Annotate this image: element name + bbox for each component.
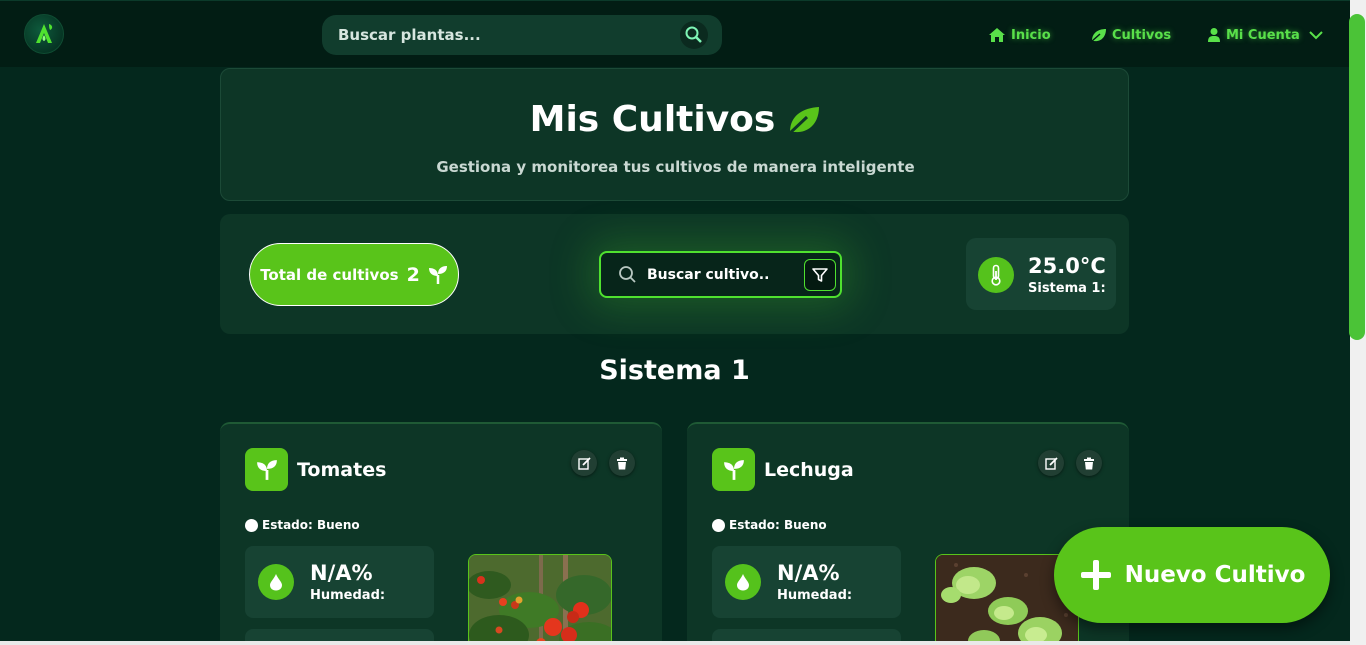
toolbar-card: Total de cultivos 2 25.0°C Sis bbox=[220, 214, 1129, 334]
humidity-metric: N/A% Humedad: bbox=[245, 546, 434, 618]
status-dot bbox=[712, 518, 725, 532]
status-dot bbox=[245, 518, 258, 532]
total-crops-label: Total de cultivos bbox=[260, 265, 399, 284]
crop-card: Lechuga Estado: Bueno N/A% Humedad: bbox=[687, 422, 1129, 645]
section-title: Sistema 1 bbox=[599, 355, 750, 386]
page-title: Mis Cultivos bbox=[529, 99, 776, 140]
edit-button[interactable] bbox=[1038, 450, 1064, 476]
total-crops-badge: Total de cultivos 2 bbox=[249, 243, 459, 306]
delete-button[interactable] bbox=[609, 450, 635, 476]
navbar: Inicio Cultivos Mi Cuenta bbox=[0, 0, 1350, 67]
crop-status-label: Estado: Bueno bbox=[729, 518, 827, 532]
tomato-plant-image bbox=[468, 554, 612, 645]
app-logo[interactable] bbox=[24, 14, 64, 54]
filter-button[interactable] bbox=[804, 259, 836, 291]
temperature-value: 25.0°C bbox=[1028, 254, 1106, 278]
thermometer-icon bbox=[978, 257, 1014, 293]
crop-status: Estado: Bueno bbox=[712, 518, 827, 532]
water-drop-icon bbox=[725, 564, 761, 600]
total-crops-count: 2 bbox=[406, 263, 420, 286]
nav-link-home[interactable]: Inicio bbox=[988, 25, 1051, 45]
temperature-label: Sistema 1: bbox=[1028, 281, 1106, 296]
delete-button[interactable] bbox=[1076, 450, 1102, 476]
plus-icon bbox=[1080, 560, 1111, 590]
search-icon bbox=[685, 26, 702, 43]
scrollbar-thumb[interactable] bbox=[1349, 14, 1365, 340]
nav-link-home-label: Inicio bbox=[1011, 27, 1051, 43]
edit-icon bbox=[1044, 456, 1058, 470]
new-crop-button[interactable]: Nuevo Cultivo bbox=[1054, 527, 1330, 623]
search-icon bbox=[619, 266, 636, 283]
humidity-label: Humedad: bbox=[777, 588, 853, 603]
humidity-metric: N/A% Humedad: bbox=[712, 546, 901, 618]
user-icon bbox=[1208, 28, 1220, 42]
filter-icon bbox=[812, 268, 828, 282]
seedling-icon bbox=[245, 448, 288, 491]
nav-link-crops-label: Cultivos bbox=[1112, 27, 1172, 43]
header-card: Mis Cultivos Gestiona y monitorea tus cu… bbox=[220, 68, 1129, 201]
seedling-icon bbox=[428, 265, 447, 284]
crop-name: Tomates bbox=[297, 459, 387, 481]
edit-icon bbox=[577, 456, 591, 470]
page-title-row: Mis Cultivos bbox=[221, 99, 1130, 140]
chevron-down-icon bbox=[1309, 31, 1323, 40]
crop-name: Lechuga bbox=[764, 459, 854, 481]
plant-search-bar bbox=[322, 15, 722, 55]
trash-icon bbox=[1084, 457, 1094, 469]
page-subtitle: Gestiona y monitorea tus cultivos de man… bbox=[436, 158, 915, 176]
trash-icon bbox=[617, 457, 627, 469]
temperature-widget: 25.0°C Sistema 1: bbox=[966, 238, 1116, 310]
crop-search-input[interactable] bbox=[647, 253, 797, 296]
nav-link-crops[interactable]: Cultivos bbox=[1090, 25, 1171, 45]
home-icon bbox=[989, 28, 1005, 42]
horizontal-scrollbar[interactable] bbox=[0, 641, 1350, 645]
plant-search-button[interactable] bbox=[680, 21, 708, 49]
humidity-value: N/A% bbox=[777, 561, 840, 585]
plant-search-input[interactable] bbox=[338, 15, 678, 55]
humidity-label: Humedad: bbox=[310, 588, 386, 603]
nav-link-account-label: Mi Cuenta bbox=[1226, 27, 1300, 43]
edit-button[interactable] bbox=[571, 450, 597, 476]
seedling-icon bbox=[712, 448, 755, 491]
nav-link-account[interactable]: Mi Cuenta bbox=[1207, 25, 1324, 45]
humidity-value: N/A% bbox=[310, 561, 373, 585]
water-drop-icon bbox=[258, 564, 294, 600]
crop-status: Estado: Bueno bbox=[245, 518, 360, 532]
logo-drop-icon bbox=[36, 24, 53, 43]
crop-card: Tomates Estado: Bueno N/A% Humedad: bbox=[220, 422, 662, 645]
new-crop-label: Nuevo Cultivo bbox=[1124, 562, 1306, 588]
crop-search-bar bbox=[599, 251, 842, 298]
leaf-icon bbox=[1090, 28, 1106, 43]
leaf-icon bbox=[788, 106, 820, 135]
crop-status-label: Estado: Bueno bbox=[262, 518, 360, 532]
